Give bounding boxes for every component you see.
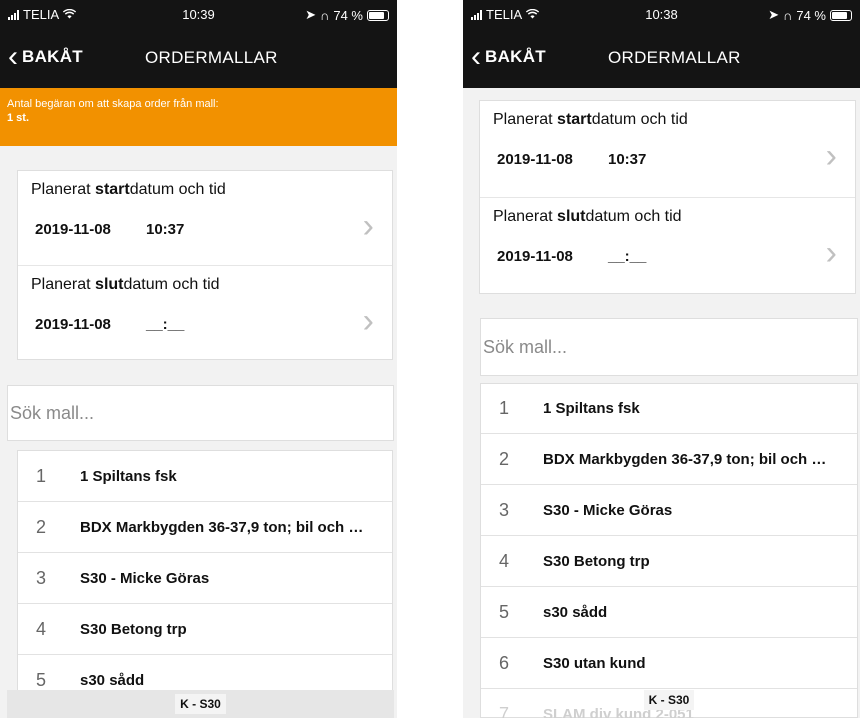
list-item[interactable]: 2 BDX Markbygden 36-37,9 ton; bil och …: [18, 502, 392, 553]
item-number: 6: [499, 652, 510, 673]
bottom-tab-bar: K - S30: [480, 686, 858, 714]
item-name: s30 sådd: [80, 671, 145, 689]
item-name: S30 utan kund: [543, 654, 646, 672]
template-list: 1 1 Spiltans fsk 2 BDX Markbygden 36-37,9 …: [480, 383, 858, 718]
headphones-icon: ∩: [783, 7, 793, 23]
phone-screen-right: TELIA 10:38 ➤ ∩ 74 % ‹ BAKÅT ORDERMALLAR…: [463, 0, 860, 718]
phone-screen-left: TELIA 10:39 ➤ ∩ 74 % ‹ BAKÅT ORDERMALLAR…: [0, 0, 397, 718]
battery-percent: 74 %: [333, 7, 363, 23]
item-number: 5: [499, 601, 510, 622]
search-box: [7, 385, 394, 441]
list-item[interactable]: 5 s30 sådd: [481, 587, 857, 638]
template-list: 1 1 Spiltans fsk 2 BDX Markbygden 36-37,9 …: [17, 450, 393, 710]
item-name: BDX Markbygden 36-37,9 ton; bil och …: [80, 518, 364, 536]
chevron-right-icon: ›: [825, 137, 837, 175]
headphones-icon: ∩: [320, 7, 330, 23]
item-name: S30 - Micke Göras: [80, 569, 210, 587]
start-date-value: 2019-11-08: [497, 151, 573, 168]
tab-current-unit[interactable]: K - S30: [175, 694, 226, 714]
page-title: ORDERMALLAR: [608, 48, 741, 67]
item-number: 3: [36, 567, 47, 588]
chevron-left-icon: ‹: [471, 40, 481, 73]
navigation-bar: ‹ BAKÅT ORDERMALLAR: [463, 30, 860, 88]
search-box: [480, 318, 858, 376]
item-name: BDX Markbygden 36-37,9 ton; bil och …: [543, 450, 827, 468]
start-time-value: 10:37: [146, 221, 185, 238]
status-bar: TELIA 10:39 ➤ ∩ 74 %: [0, 0, 397, 30]
banner-text: Antal begäran om att skapa order från ma…: [7, 98, 219, 110]
item-number: 4: [499, 550, 510, 571]
item-name: S30 - Micke Göras: [543, 501, 673, 519]
battery-icon: [367, 9, 389, 21]
item-number: 5: [36, 669, 47, 690]
list-item[interactable]: 4 S30 Betong trp: [481, 536, 857, 587]
datetime-card: Planerat startdatum och tid 2019-11-08 1…: [17, 170, 393, 360]
start-datetime-row[interactable]: Planerat startdatum och tid 2019-11-08 1…: [480, 101, 855, 198]
request-banner: Antal begäran om att skapa order från ma…: [0, 88, 397, 146]
bottom-tab-bar: K - S30: [7, 690, 394, 718]
back-button[interactable]: ‹ BAKÅT: [471, 40, 546, 73]
item-number: 3: [499, 499, 510, 520]
list-item[interactable]: 2 BDX Markbygden 36-37,9 ton; bil och …: [481, 434, 857, 485]
item-name: S30 Betong trp: [80, 620, 187, 638]
item-number: 2: [36, 516, 47, 537]
banner-count: 1 st.: [7, 112, 30, 124]
search-input[interactable]: [8, 386, 393, 440]
list-item[interactable]: 3 S30 - Micke Göras: [18, 553, 392, 604]
battery-percent: 74 %: [796, 7, 826, 23]
search-input[interactable]: [481, 319, 857, 375]
page-title: ORDERMALLAR: [145, 48, 278, 67]
navigation-bar: ‹ BAKÅT ORDERMALLAR: [0, 30, 397, 88]
item-number: 1: [36, 465, 47, 486]
item-number: 1: [499, 398, 510, 418]
start-datetime-row[interactable]: Planerat startdatum och tid 2019-11-08 1…: [18, 171, 392, 266]
datetime-card: Planerat startdatum och tid 2019-11-08 1…: [479, 100, 856, 294]
chevron-right-icon: ›: [362, 302, 374, 340]
end-datetime-row[interactable]: Planerat slutdatum och tid 2019-11-08 __…: [18, 266, 392, 361]
back-button[interactable]: ‹ BAKÅT: [8, 40, 83, 73]
item-name: 1 Spiltans fsk: [80, 467, 177, 485]
start-datetime-label: Planerat startdatum och tid: [493, 111, 688, 128]
item-name: 1 Spiltans fsk: [543, 400, 640, 417]
end-datetime-label: Planerat slutdatum och tid: [31, 276, 220, 293]
item-number: 2: [499, 448, 510, 469]
end-datetime-label: Planerat slutdatum och tid: [493, 208, 682, 225]
end-datetime-row[interactable]: Planerat slutdatum och tid 2019-11-08 __…: [480, 198, 855, 295]
back-label: BAKÅT: [485, 47, 546, 66]
list-item[interactable]: 1 1 Spiltans fsk: [18, 451, 392, 502]
item-name: s30 sådd: [543, 603, 608, 621]
back-label: BAKÅT: [22, 47, 83, 66]
end-date-value: 2019-11-08: [497, 248, 573, 265]
location-icon: ➤: [305, 7, 317, 22]
item-name: S30 Betong trp: [543, 552, 650, 570]
status-bar: TELIA 10:38 ➤ ∩ 74 %: [463, 0, 860, 30]
list-item[interactable]: 3 S30 - Micke Göras: [481, 485, 857, 536]
start-datetime-label: Planerat startdatum och tid: [31, 181, 226, 198]
location-icon: ➤: [768, 7, 780, 22]
start-date-value: 2019-11-08: [35, 221, 111, 238]
chevron-right-icon: ›: [362, 207, 374, 245]
end-time-value: __:__: [608, 248, 647, 265]
chevron-right-icon: ›: [825, 234, 837, 272]
tab-current-unit[interactable]: K - S30: [643, 690, 695, 710]
list-item[interactable]: 1 1 Spiltans fsk: [481, 384, 857, 434]
end-date-value: 2019-11-08: [35, 316, 111, 333]
start-time-value: 10:37: [608, 151, 647, 168]
battery-icon: [830, 9, 852, 21]
end-time-value: __:__: [146, 316, 185, 333]
chevron-left-icon: ‹: [8, 40, 18, 73]
list-item[interactable]: 4 S30 Betong trp: [18, 604, 392, 655]
item-number: 4: [36, 618, 47, 639]
list-item[interactable]: 6 S30 utan kund: [481, 638, 857, 689]
